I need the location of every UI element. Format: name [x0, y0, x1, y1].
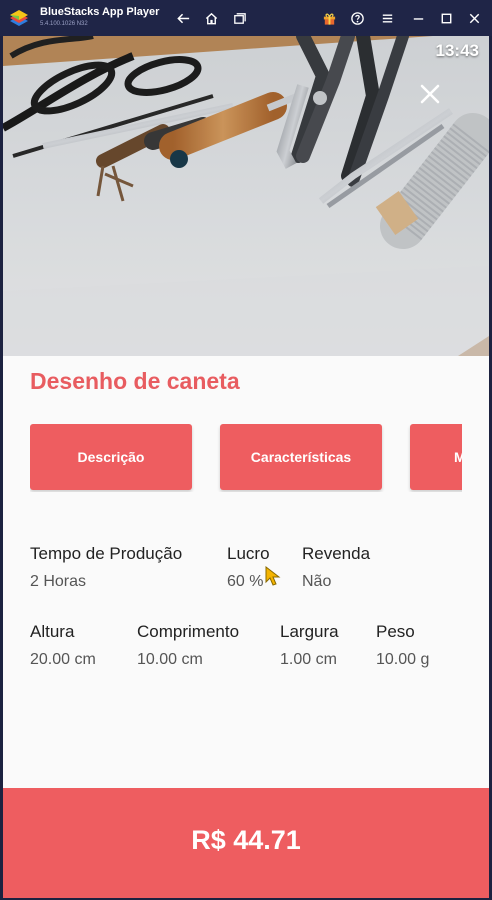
app-version: 5.4.100.1026 N32 [40, 21, 88, 27]
tab-characteristics[interactable]: Características [220, 424, 382, 490]
resale-field: Revenda Não [302, 544, 370, 591]
profit-field: Lucro 60 % [227, 544, 270, 591]
app-title: BlueStacks App Player [40, 6, 160, 18]
product-details: Desenho de caneta Descrição Característi… [3, 356, 489, 788]
profit-label: Lucro [227, 544, 270, 563]
multi-instance-icon[interactable] [228, 7, 250, 29]
tab-partial[interactable]: M [410, 424, 462, 490]
length-label: Comprimento [137, 622, 240, 641]
width-value: 1.00 cm [280, 651, 337, 668]
home-icon[interactable] [200, 7, 222, 29]
height-label: Altura [30, 622, 75, 641]
back-icon[interactable] [172, 7, 194, 29]
weight-label: Peso [376, 622, 415, 641]
close-icon[interactable] [463, 7, 485, 29]
close-icon[interactable] [419, 83, 441, 105]
resale-value: Não [302, 573, 332, 590]
mouse-cursor-icon [265, 565, 283, 588]
production-time-field: Tempo de Produção 2 Horas [30, 544, 182, 591]
window-title-bar: BlueStacks App Player 5.4.100.1026 N32 [0, 0, 492, 36]
bluestacks-logo-icon [8, 8, 30, 28]
width-field: Largura 1.00 cm [280, 622, 339, 669]
product-price: R$ 44.71 [191, 824, 301, 855]
status-clock: 13:43 [435, 41, 479, 60]
width-label: Largura [280, 622, 339, 641]
menu-icon[interactable] [376, 7, 398, 29]
app-viewport: 13:43 Desenho de caneta Descrição Caract… [3, 36, 489, 898]
production-time-label: Tempo de Produção [30, 544, 183, 563]
height-field: Altura 20.00 cm [30, 622, 96, 669]
weight-value: 10.00 g [376, 651, 430, 668]
length-value: 10.00 cm [137, 651, 203, 668]
maximize-icon[interactable] [435, 7, 457, 29]
tab-bar: Descrição Características M [30, 424, 462, 492]
help-icon[interactable] [346, 7, 368, 29]
weight-field: Peso 10.00 g [376, 622, 429, 669]
price-bar[interactable]: R$ 44.71 [3, 788, 489, 898]
production-time-value: 2 Horas [30, 573, 87, 590]
length-field: Comprimento 10.00 cm [137, 622, 239, 669]
resale-label: Revenda [302, 544, 371, 563]
minimize-icon[interactable] [407, 7, 429, 29]
gift-icon[interactable] [318, 7, 340, 29]
profit-value: 60 % [227, 573, 264, 590]
product-title: Desenho de caneta [30, 368, 240, 394]
tab-description[interactable]: Descrição [30, 424, 192, 490]
height-value: 20.00 cm [30, 651, 96, 668]
product-photo: 13:43 [3, 36, 489, 356]
